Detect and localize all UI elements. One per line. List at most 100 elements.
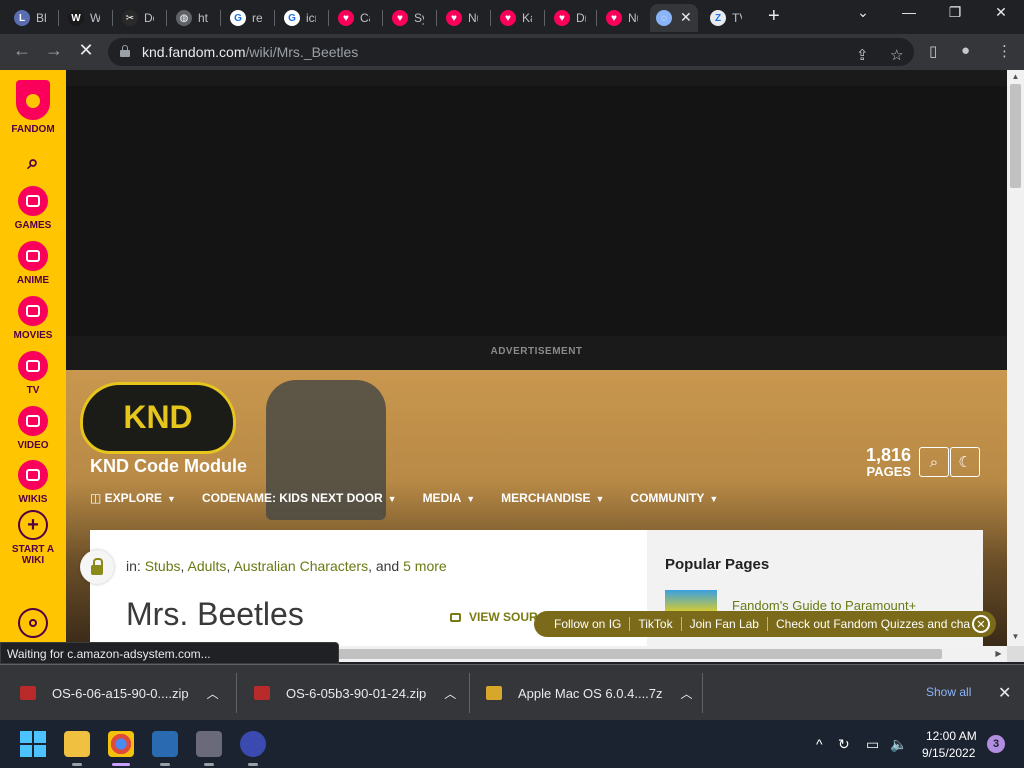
browser-tab[interactable]: ♥ Nu bbox=[600, 4, 638, 32]
browser-tab[interactable]: ♥ Dr bbox=[548, 4, 586, 32]
wiki-nav-label: COMMUNITY bbox=[630, 491, 705, 505]
window-close-icon[interactable]: ✕ bbox=[989, 4, 1013, 21]
rail-item-label: VIDEO bbox=[17, 440, 49, 451]
scroll-right-arrow-icon[interactable]: ▶ bbox=[990, 649, 1007, 658]
view-source-button[interactable]: VIEW SOUR bbox=[450, 610, 538, 624]
social-link[interactable]: Join Fan Lab bbox=[682, 617, 768, 631]
chevron-up-icon[interactable]: ︿ bbox=[207, 685, 219, 702]
wiki-nav-item[interactable]: MEDIA ▼ bbox=[423, 491, 476, 505]
rail-item-tv[interactable]: TV bbox=[0, 351, 66, 396]
category-link[interactable]: Stubs bbox=[145, 558, 181, 574]
back-arrow-icon[interactable]: ← bbox=[10, 40, 34, 61]
show-all-downloads-link[interactable]: Show all bbox=[926, 685, 971, 699]
scroll-up-arrow-icon[interactable]: ▲ bbox=[1007, 72, 1024, 81]
tab-close-icon[interactable]: ✕ bbox=[680, 9, 692, 26]
download-item-3[interactable]: Apple Mac OS 6.0.4....7z ︿ bbox=[486, 665, 693, 721]
browser-tab[interactable]: Z TV bbox=[704, 4, 742, 32]
vertical-scroll-thumb[interactable] bbox=[1010, 84, 1021, 188]
chevron-up-icon[interactable]: ︿ bbox=[681, 685, 693, 702]
file-explorer-icon[interactable] bbox=[64, 731, 90, 757]
browser-tab[interactable]: L Bla bbox=[8, 4, 46, 32]
wiki-nav-item[interactable]: CODENAME: KIDS NEXT DOOR ▼ bbox=[202, 491, 397, 505]
browser-tab[interactable]: ♥ Nu bbox=[440, 4, 478, 32]
close-icon[interactable]: ✕ bbox=[998, 683, 1011, 703]
tab-favicon-icon: ♥ bbox=[446, 10, 462, 26]
address-bar[interactable]: knd.fandom.com/wiki/Mrs._Beetles ⇪ ☆ bbox=[108, 38, 914, 66]
start-a-wiki-link[interactable]: + START A WIKI bbox=[0, 510, 66, 566]
browser-tab[interactable]: ♥ Sy bbox=[386, 4, 424, 32]
close-icon[interactable]: ✕ bbox=[972, 615, 990, 633]
emulator-app-icon[interactable] bbox=[240, 731, 266, 757]
new-tab-icon[interactable]: + bbox=[768, 5, 780, 28]
category-link[interactable]: Adults bbox=[188, 558, 227, 574]
browser-tab[interactable]: ♥ Ka bbox=[494, 4, 532, 32]
download-item-1[interactable]: OS-6-06-a15-90-0....zip ︿ bbox=[20, 665, 219, 721]
wiki-nav-item[interactable]: COMMUNITY ▼ bbox=[630, 491, 718, 505]
wiki-name[interactable]: KND Code Module bbox=[90, 456, 247, 477]
photos-icon[interactable] bbox=[152, 731, 178, 757]
rail-item-video[interactable]: VIDEO bbox=[0, 406, 66, 451]
rail-item-label: TV bbox=[26, 385, 40, 396]
page-title: Mrs. Beetles bbox=[126, 596, 304, 632]
notification-badge[interactable]: 3 bbox=[987, 735, 1005, 753]
downloads-bar: OS-6-06-a15-90-0....zip ︿ OS-6-05b3-90-0… bbox=[0, 664, 1024, 720]
chevron-up-icon[interactable]: ^ bbox=[816, 736, 823, 752]
fandom-logo-link[interactable]: FANDOM bbox=[0, 80, 66, 135]
scroll-down-arrow-icon[interactable]: ▼ bbox=[1007, 632, 1024, 641]
share-icon[interactable]: ⇪ bbox=[856, 46, 869, 64]
rail-item-wikis[interactable]: WIKIS bbox=[0, 460, 66, 505]
social-link[interactable]: TikTok bbox=[630, 617, 682, 631]
vertical-scrollbar[interactable]: ▲ ▼ bbox=[1007, 70, 1024, 646]
wiki-nav-item[interactable]: MERCHANDISE ▼ bbox=[501, 491, 604, 505]
monitor-icon[interactable]: ▭ bbox=[866, 736, 879, 753]
browser-menu-icon[interactable]: ⋮ bbox=[997, 42, 1012, 60]
rail-search-icon[interactable]: ⌕ bbox=[0, 152, 66, 175]
rail-item-movies[interactable]: MOVIES bbox=[0, 296, 66, 341]
scrollbar-corner bbox=[1007, 646, 1024, 662]
sync-icon[interactable]: ↻ bbox=[838, 736, 850, 753]
protected-page-badge[interactable] bbox=[80, 550, 114, 584]
browser-tab[interactable]: W Wi bbox=[62, 4, 100, 32]
editor-app-icon[interactable] bbox=[196, 731, 222, 757]
more-categories-link[interactable]: 5 more bbox=[403, 558, 447, 574]
rail-item-anime[interactable]: ANIME bbox=[0, 241, 66, 286]
browser-tab[interactable]: ♥ Ca bbox=[332, 4, 370, 32]
clock-date[interactable]: 9/15/2022 bbox=[922, 746, 975, 760]
stop-loading-icon[interactable]: ✕ bbox=[74, 40, 98, 61]
social-link[interactable]: Follow on IG bbox=[546, 617, 631, 631]
social-bar: Follow on IG TikTok Join Fan Lab Check out … bbox=[534, 611, 996, 637]
wiki-nav-item[interactable]: ◫ EXPLORE ▼ bbox=[90, 491, 176, 505]
tab-favicon-icon: ♥ bbox=[500, 10, 516, 26]
clock-time[interactable]: 12:00 AM bbox=[926, 729, 977, 743]
tab-favicon-icon: ✂ bbox=[122, 10, 138, 26]
volume-icon[interactable]: 🔈 bbox=[890, 736, 907, 753]
minimize-icon[interactable]: — bbox=[897, 4, 921, 20]
tab-search-chevron-icon[interactable]: ⌄ bbox=[851, 4, 875, 21]
theme-toggle-button[interactable]: ☾ bbox=[950, 447, 980, 477]
download-item-2[interactable]: OS-6-05b3-90-01-24.zip ︿ bbox=[254, 665, 456, 721]
social-link[interactable]: Check out Fandom Quizzes and cha bbox=[768, 617, 978, 631]
profile-icon[interactable]: ● bbox=[961, 42, 970, 59]
horizontal-scroll-thumb[interactable] bbox=[336, 649, 942, 659]
knd-logo[interactable]: KND bbox=[80, 382, 236, 454]
lock-icon[interactable] bbox=[120, 45, 130, 57]
wiki-search-button[interactable]: ⌕ bbox=[919, 447, 949, 477]
category-link[interactable]: Australian Characters bbox=[233, 558, 368, 574]
tab-title: Do bbox=[144, 11, 154, 25]
browser-toolbar: ← → ✕ knd.fandom.com/wiki/Mrs._Beetles ⇪… bbox=[0, 34, 1024, 70]
forward-arrow-icon[interactable]: → bbox=[42, 40, 66, 61]
chevron-up-icon[interactable]: ︿ bbox=[444, 685, 456, 702]
browser-tab[interactable]: Gicn bbox=[278, 4, 316, 32]
user-account-link[interactable] bbox=[0, 608, 66, 642]
windows-start-icon[interactable] bbox=[20, 731, 46, 757]
browser-tab[interactable]: Grec bbox=[224, 4, 262, 32]
chrome-icon[interactable] bbox=[108, 731, 134, 757]
side-panel-icon[interactable]: ▯ bbox=[929, 42, 937, 60]
rail-item-games[interactable]: GAMES bbox=[0, 186, 66, 231]
browser-tab[interactable]: ◍ htt bbox=[170, 4, 208, 32]
rail-item-label: WIKIS bbox=[18, 494, 48, 505]
tab-favicon-icon: ◌ bbox=[656, 10, 672, 26]
bookmark-star-icon[interactable]: ☆ bbox=[890, 46, 903, 64]
restore-icon[interactable]: ❐ bbox=[943, 4, 967, 21]
browser-tab[interactable]: ✂ Do bbox=[116, 4, 154, 32]
